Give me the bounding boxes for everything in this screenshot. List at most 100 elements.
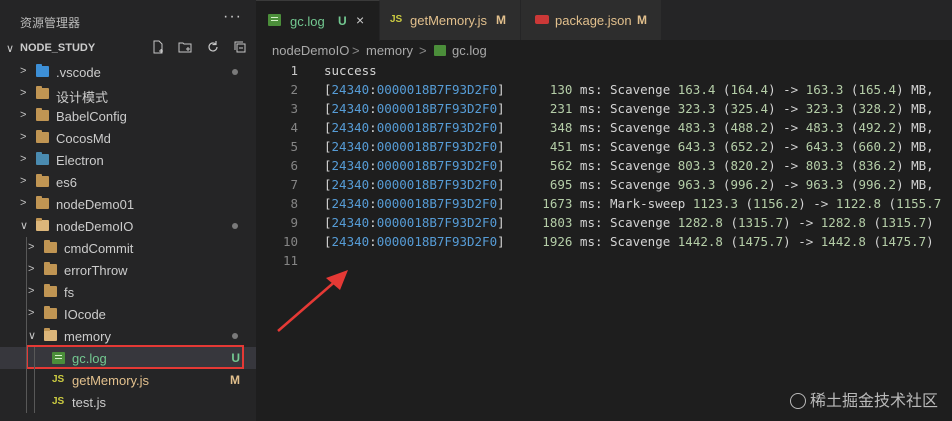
folder-icon	[36, 130, 49, 143]
code-line[interactable]: 4 [24340:0000018B7F93D2F0] 348 ms: Scaven…	[256, 119, 952, 138]
tab-package-json[interactable]: package.json M	[521, 0, 662, 40]
line-number: 10	[282, 234, 298, 249]
code-line[interactable]: 11	[256, 252, 952, 271]
tree-item-label: es6	[56, 175, 77, 190]
collapse-all-icon[interactable]	[232, 40, 248, 56]
breadcrumb-separator: >	[419, 43, 427, 58]
tree-item[interactable]: > errorThrow	[0, 259, 256, 281]
close-icon[interactable]: ×	[356, 12, 364, 28]
line-number: 2	[290, 82, 298, 97]
tree-item-label: cmdCommit	[64, 241, 134, 256]
tree-item[interactable]: > CocosMd	[0, 127, 256, 149]
folder-icon	[44, 262, 57, 275]
tab-status-badge: M	[496, 13, 506, 27]
log-file-icon	[434, 45, 446, 56]
tree-item[interactable]: > Electron	[0, 149, 256, 171]
tree-item-label: Electron	[56, 153, 104, 168]
workspace-section-header[interactable]: ∨ NODE_STUDY	[0, 38, 256, 60]
line-number: 3	[290, 101, 298, 116]
watermark: 稀土掘金技术社区	[789, 387, 938, 411]
new-file-icon[interactable]	[150, 40, 166, 56]
code-line[interactable]: 9 [24340:0000018B7F93D2F0] 1803 ms: Scave…	[256, 214, 952, 233]
tree-item[interactable]: > fs	[0, 281, 256, 303]
tree-item[interactable]: > nodeDemo01	[0, 193, 256, 215]
tree-item-label: getMemory.js	[72, 373, 150, 388]
tree-item-label: nodeDemo01	[56, 197, 135, 212]
tree-item[interactable]: > BabelConfig	[0, 105, 256, 127]
tab-getmemory-js[interactable]: JS getMemory.js M	[380, 0, 521, 40]
chevron-right-icon: >	[20, 131, 27, 143]
line-number: 1	[290, 63, 298, 78]
code-line[interactable]: 8 [24340:0000018B7F93D2F0] 1673 ms: Mark-…	[256, 195, 952, 214]
tree-item[interactable]: > cmdCommit	[0, 237, 256, 259]
tree-item[interactable]: JS test.js	[0, 391, 256, 413]
folder-icon	[36, 86, 49, 99]
refresh-icon[interactable]	[205, 40, 221, 56]
tab-label: getMemory.js	[410, 13, 488, 28]
explorer-title: 资源管理器	[20, 16, 81, 30]
npm-package-icon	[535, 15, 549, 24]
chevron-right-icon: >	[28, 263, 35, 275]
code-line[interactable]: 10 [24340:0000018B7F93D2F0] 1926 ms: Scav…	[256, 233, 952, 252]
code-text: [24340:0000018B7F93D2F0] 348 ms: Scaveng…	[324, 120, 934, 135]
tree-item[interactable]: > IOcode	[0, 303, 256, 325]
breadcrumb-item[interactable]: memory	[366, 43, 413, 58]
workspace-name: NODE_STUDY	[20, 42, 96, 54]
code-text: [24340:0000018B7F93D2F0] 130 ms: Scaveng…	[324, 82, 934, 97]
code-line[interactable]: 1 success	[256, 62, 952, 81]
line-number: 7	[290, 177, 298, 192]
code-line[interactable]: 3 [24340:0000018B7F93D2F0] 231 ms: Scaven…	[256, 100, 952, 119]
folder-icon	[36, 64, 49, 77]
folder-icon	[36, 174, 49, 187]
chevron-right-icon: >	[20, 65, 27, 77]
code-line[interactable]: 5 [24340:0000018B7F93D2F0] 451 ms: Scaven…	[256, 138, 952, 157]
chevron-right-icon: >	[28, 241, 35, 253]
more-actions-icon[interactable]: ···	[223, 8, 242, 26]
indent-guide	[26, 237, 27, 413]
tree-item-label: BabelConfig	[56, 109, 127, 124]
folder-icon	[36, 152, 49, 165]
new-folder-icon[interactable]	[177, 40, 193, 56]
watermark-logo-icon	[789, 393, 806, 409]
code-text: [24340:0000018B7F93D2F0] 562 ms: Scaveng…	[324, 158, 934, 173]
tree-item-label: fs	[64, 285, 75, 300]
tree-item[interactable]: JS getMemory.js M	[0, 369, 256, 391]
tree-item-label: 设计模式	[56, 90, 109, 105]
tree-item-label: test.js	[72, 395, 106, 410]
tab-label: package.json	[555, 13, 632, 28]
line-number: 5	[290, 139, 298, 154]
js-file-icon: JS	[52, 374, 65, 385]
tree-item[interactable]: ∨ nodeDemoIO	[0, 215, 256, 237]
tree-item[interactable]: > 设计模式	[0, 83, 256, 105]
breadcrumb-item[interactable]: nodeDemoIO	[272, 43, 349, 58]
code-line[interactable]: 2 [24340:0000018B7F93D2F0] 130 ms: Scaven…	[256, 81, 952, 100]
chevron-down-icon: ∨	[20, 220, 29, 232]
code-text: [24340:0000018B7F93D2F0] 1673 ms: Mark-s…	[324, 196, 942, 211]
js-file-icon: JS	[52, 396, 65, 407]
tab-label: gc.log	[290, 14, 325, 29]
chevron-right-icon: >	[20, 109, 27, 121]
code-text: [24340:0000018B7F93D2F0] 1803 ms: Scaven…	[324, 215, 934, 230]
code-text: [24340:0000018B7F93D2F0] 1926 ms: Scaven…	[324, 234, 934, 249]
chevron-down-icon: ∨	[28, 330, 37, 342]
tab-gc-log[interactable]: gc.log U ×	[256, 0, 380, 41]
line-number: 8	[290, 196, 298, 211]
code-line[interactable]: 7 [24340:0000018B7F93D2F0] 695 ms: Scaven…	[256, 176, 952, 195]
tree-item[interactable]: > .vscode	[0, 61, 256, 83]
breadcrumb-item[interactable]: gc.log	[452, 43, 487, 58]
tree-item[interactable]: > es6	[0, 171, 256, 193]
tree-item-label: errorThrow	[64, 263, 128, 278]
modified-dot-icon	[232, 69, 238, 75]
tree-item[interactable]: ∨ memory	[0, 325, 256, 347]
code-text: [24340:0000018B7F93D2F0] 451 ms: Scaveng…	[324, 139, 934, 154]
code-view[interactable]: 1 success 2 [24340:0000018B7F93D2F0] 130 ms…	[256, 62, 952, 271]
tree-item-label: IOcode	[64, 307, 106, 322]
code-line[interactable]: 6 [24340:0000018B7F93D2F0] 562 ms: Scaven…	[256, 157, 952, 176]
modified-dot-icon	[232, 333, 238, 339]
tree-item-label: .vscode	[56, 65, 101, 80]
folder-icon	[36, 108, 49, 121]
folder-icon	[44, 284, 57, 297]
editor-area: gc.log U × JS getMemory.js Mpackage.json M nod…	[256, 0, 952, 421]
breadcrumb: nodeDemoIO > memory > gc.log	[256, 40, 952, 62]
tab-status-badge: U	[338, 14, 347, 28]
